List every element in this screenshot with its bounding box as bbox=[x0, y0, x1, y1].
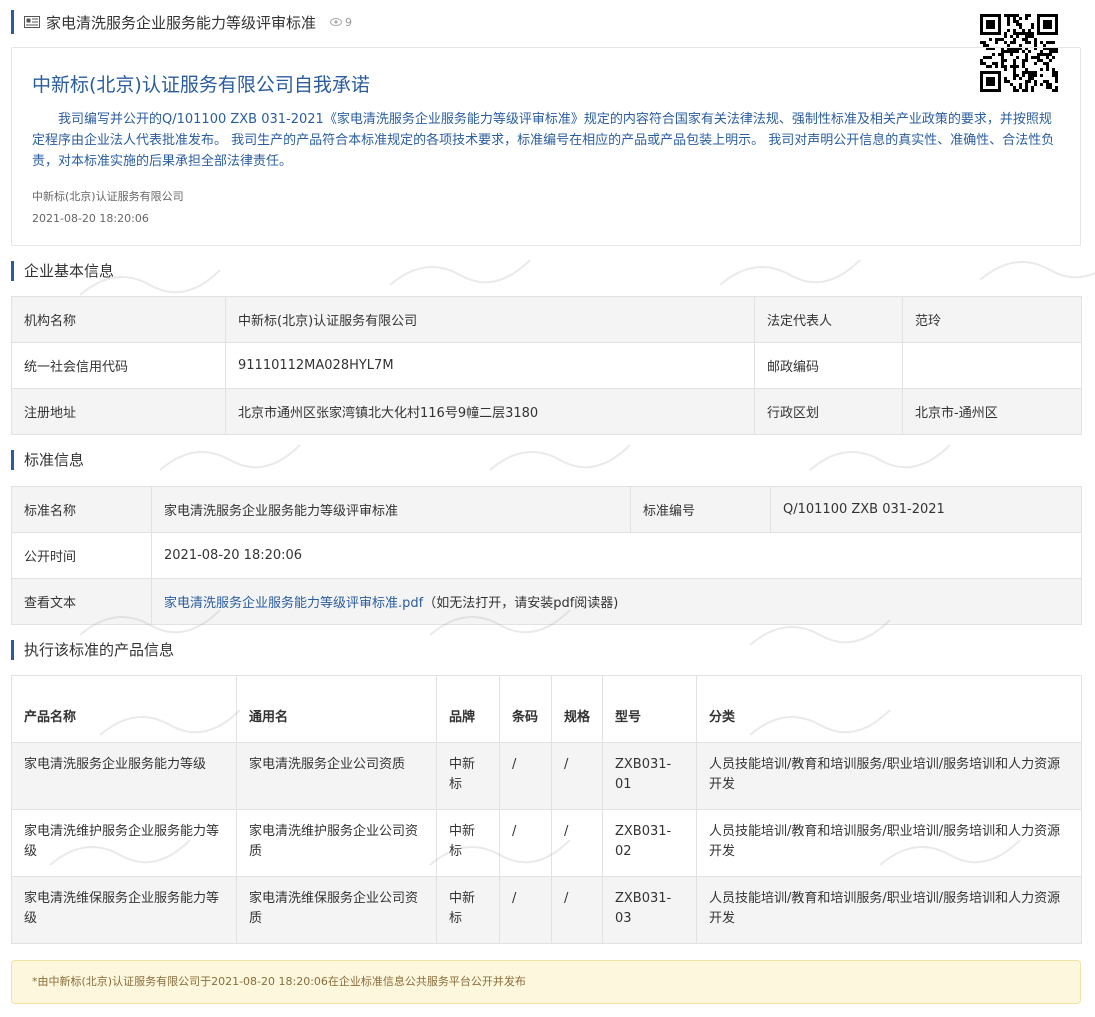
barcode: / bbox=[499, 809, 552, 877]
view-text-label: 查看文本 bbox=[11, 578, 152, 625]
table-row: 注册地址 北京市通州区张家湾镇北大化村116号9幢二层3180 行政区划 北京市… bbox=[11, 388, 1082, 435]
col-product-name: 产品名称 bbox=[11, 675, 237, 743]
table-header-row: 产品名称 通用名 品牌 条码 规格 型号 分类 bbox=[11, 675, 1082, 743]
table-row: 家电清洗服务企业服务能力等级 家电清洗服务企业公司资质 中新标 / / ZXB0… bbox=[11, 742, 1082, 810]
company-section-title: 企业基本信息 bbox=[11, 261, 114, 281]
standard-pdf-link[interactable]: 家电清洗服务企业服务能力等级评审标准.pdf bbox=[164, 596, 423, 611]
org-name-label: 机构名称 bbox=[11, 296, 226, 343]
col-barcode: 条码 bbox=[499, 675, 552, 743]
region-value: 北京市-通州区 bbox=[902, 388, 1082, 435]
table-row: 家电清洗维护服务企业服务能力等级 家电清洗维护服务企业公司资质 中新标 / / … bbox=[11, 809, 1082, 877]
publish-time-value: 2021-08-20 18:20:06 bbox=[151, 532, 1082, 579]
common-name: 家电清洗服务企业公司资质 bbox=[236, 742, 437, 810]
products-table: 产品名称 通用名 品牌 条码 规格 型号 分类 家电清洗服务企业服务能力等级 家… bbox=[11, 675, 1082, 944]
common-name: 家电清洗维护服务企业公司资质 bbox=[236, 809, 437, 877]
product-name: 家电清洗维保服务企业服务能力等级 bbox=[11, 876, 237, 944]
brand: 中新标 bbox=[436, 809, 500, 877]
publish-time-label: 公开时间 bbox=[11, 532, 152, 579]
spec: / bbox=[551, 742, 603, 810]
company-info-table: 机构名称 中新标(北京)认证服务有限公司 法定代表人 范玲 统一社会信用代码 9… bbox=[11, 296, 1082, 435]
table-row: 标准名称 家电清洗服务企业服务能力等级评审标准 标准编号 Q/101100 ZX… bbox=[11, 486, 1082, 533]
col-brand: 品牌 bbox=[436, 675, 500, 743]
col-model: 型号 bbox=[602, 675, 697, 743]
document-icon bbox=[24, 16, 40, 28]
credit-code-label: 统一社会信用代码 bbox=[11, 342, 226, 389]
address-label: 注册地址 bbox=[11, 388, 226, 435]
products-section-title: 执行该标准的产品信息 bbox=[11, 640, 174, 660]
commitment-time: 2021-08-20 18:20:06 bbox=[32, 212, 149, 225]
standard-info-table: 标准名称 家电清洗服务企业服务能力等级评审标准 标准编号 Q/101100 ZX… bbox=[11, 486, 1082, 625]
postal-code-value bbox=[902, 342, 1082, 389]
standard-code-value: Q/101100 ZXB 031-2021 bbox=[770, 486, 1082, 533]
spec: / bbox=[551, 876, 603, 944]
standard-name-value: 家电清洗服务企业服务能力等级评审标准 bbox=[151, 486, 631, 533]
standard-code-label: 标准编号 bbox=[630, 486, 771, 533]
table-row: 家电清洗维保服务企业服务能力等级 家电清洗维保服务企业公司资质 中新标 / / … bbox=[11, 876, 1082, 944]
page-title: 家电清洗服务企业服务能力等级评审标准 bbox=[46, 13, 317, 32]
region-label: 行政区划 bbox=[754, 388, 903, 435]
category: 人员技能培训/教育和培训服务/职业培训/服务培训和人力资源开发 bbox=[696, 742, 1082, 810]
publish-footer-notice: *由中新标(北京)认证服务有限公司于2021-08-20 18:20:06在企业… bbox=[11, 960, 1081, 1004]
view-text-cell: 家电清洗服务企业服务能力等级评审标准.pdf（如无法打开，请安装pdf阅读器) bbox=[151, 578, 1082, 625]
category: 人员技能培训/教育和培训服务/职业培训/服务培训和人力资源开发 bbox=[696, 876, 1082, 944]
standard-section-title: 标准信息 bbox=[11, 450, 84, 470]
barcode: / bbox=[499, 742, 552, 810]
barcode: / bbox=[499, 876, 552, 944]
col-common-name: 通用名 bbox=[236, 675, 437, 743]
common-name: 家电清洗维保服务企业公司资质 bbox=[236, 876, 437, 944]
pdf-note: （如无法打开，请安装pdf阅读器) bbox=[423, 596, 619, 611]
address-value: 北京市通州区张家湾镇北大化村116号9幢二层3180 bbox=[225, 388, 755, 435]
category: 人员技能培训/教育和培训服务/职业培训/服务培训和人力资源开发 bbox=[696, 809, 1082, 877]
page-header: 家电清洗服务企业服务能力等级评审标准 9 bbox=[11, 10, 352, 34]
brand: 中新标 bbox=[436, 876, 500, 944]
legal-rep-label: 法定代表人 bbox=[754, 296, 903, 343]
org-name-value: 中新标(北京)认证服务有限公司 bbox=[225, 296, 755, 343]
credit-code-value: 91110112MA028HYL7M bbox=[225, 342, 755, 389]
eye-icon bbox=[330, 18, 343, 26]
commitment-title: 中新标(北京)认证服务有限公司自我承诺 bbox=[32, 74, 370, 96]
model: ZXB031-01 bbox=[602, 742, 697, 810]
brand: 中新标 bbox=[436, 742, 500, 810]
product-name: 家电清洗服务企业服务能力等级 bbox=[11, 742, 237, 810]
col-category: 分类 bbox=[696, 675, 1082, 743]
self-commitment-panel: 中新标(北京)认证服务有限公司自我承诺 我司编写并公开的Q/101100 ZXB… bbox=[11, 47, 1081, 246]
legal-rep-value: 范玲 bbox=[902, 296, 1082, 343]
commitment-org: 中新标(北京)认证服务有限公司 bbox=[32, 190, 184, 203]
product-name: 家电清洗维护服务企业服务能力等级 bbox=[11, 809, 237, 877]
view-count: 9 bbox=[330, 16, 352, 29]
table-row: 机构名称 中新标(北京)认证服务有限公司 法定代表人 范玲 bbox=[11, 296, 1082, 343]
table-row: 查看文本 家电清洗服务企业服务能力等级评审标准.pdf（如无法打开，请安装pdf… bbox=[11, 578, 1082, 625]
table-row: 公开时间 2021-08-20 18:20:06 bbox=[11, 532, 1082, 579]
standard-name-label: 标准名称 bbox=[11, 486, 152, 533]
postal-code-label: 邮政编码 bbox=[754, 342, 903, 389]
model: ZXB031-03 bbox=[602, 876, 697, 944]
col-spec: 规格 bbox=[551, 675, 603, 743]
commitment-body: 我司编写并公开的Q/101100 ZXB 031-2021《家电清洗服务企业服务… bbox=[32, 112, 1055, 169]
table-row: 统一社会信用代码 91110112MA028HYL7M 邮政编码 bbox=[11, 342, 1082, 389]
view-count-value: 9 bbox=[345, 15, 353, 29]
spec: / bbox=[551, 809, 603, 877]
model: ZXB031-02 bbox=[602, 809, 697, 877]
